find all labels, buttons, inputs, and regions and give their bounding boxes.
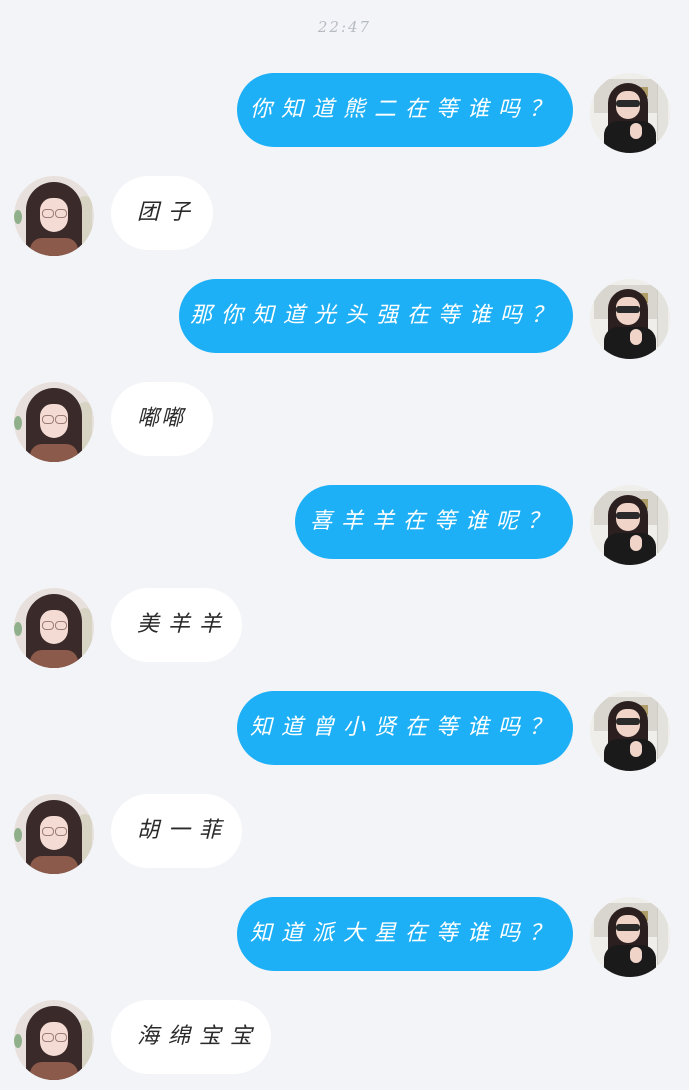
contact-avatar[interactable] xyxy=(14,588,94,668)
contact-avatar[interactable] xyxy=(14,794,94,874)
sent-message-bubble[interactable]: 喜羊羊在等谁呢？ xyxy=(295,485,573,559)
my-avatar[interactable] xyxy=(590,279,670,359)
message-row: 那你知道光头强在等谁吗？ xyxy=(0,279,689,361)
my-avatar[interactable] xyxy=(590,73,670,153)
sent-message-bubble[interactable]: 知道曾小贤在等谁吗？ xyxy=(237,691,573,765)
message-row: 胡一菲 xyxy=(0,794,689,876)
received-message-bubble[interactable]: 海绵宝宝 xyxy=(111,1000,271,1074)
contact-avatar[interactable] xyxy=(14,176,94,256)
message-timestamp: 22:47 xyxy=(317,18,372,36)
contact-avatar[interactable] xyxy=(14,1000,94,1080)
message-row: 嘟嘟 xyxy=(0,382,689,464)
my-avatar[interactable] xyxy=(590,691,670,771)
message-row: 知道曾小贤在等谁吗？ xyxy=(0,691,689,773)
my-avatar[interactable] xyxy=(590,897,670,977)
message-row: 知道派大星在等谁吗？ xyxy=(0,897,689,979)
received-message-bubble[interactable]: 嘟嘟 xyxy=(111,382,213,456)
message-row: 你知道熊二在等谁吗？ xyxy=(0,73,689,155)
contact-avatar[interactable] xyxy=(14,382,94,462)
received-message-bubble[interactable]: 团子 xyxy=(111,176,213,250)
received-message-bubble[interactable]: 美羊羊 xyxy=(111,588,242,662)
message-row: 团子 xyxy=(0,176,689,258)
my-avatar[interactable] xyxy=(590,485,670,565)
message-row: 喜羊羊在等谁呢？ xyxy=(0,485,689,567)
sent-message-bubble[interactable]: 你知道熊二在等谁吗？ xyxy=(237,73,573,147)
sent-message-bubble[interactable]: 知道派大星在等谁吗？ xyxy=(237,897,573,971)
message-row: 美羊羊 xyxy=(0,588,689,670)
message-row: 海绵宝宝 xyxy=(0,1000,689,1082)
received-message-bubble[interactable]: 胡一菲 xyxy=(111,794,242,868)
sent-message-bubble[interactable]: 那你知道光头强在等谁吗？ xyxy=(179,279,573,353)
